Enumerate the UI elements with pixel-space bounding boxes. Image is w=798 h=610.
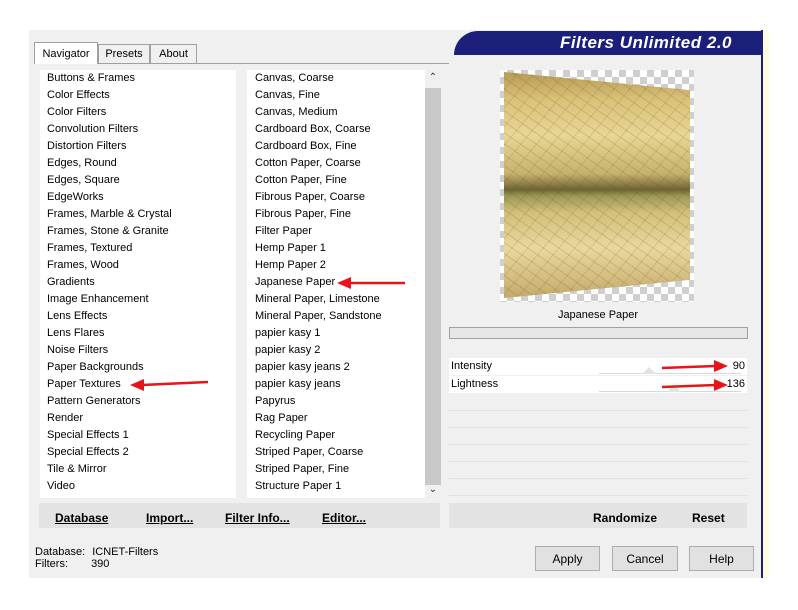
empty-control-row — [449, 479, 747, 496]
database-status-label: Database: — [35, 546, 86, 558]
filter-item[interactable]: Rag Paper — [255, 410, 308, 427]
filter-item[interactable]: Striped Paper, Fine — [255, 461, 349, 478]
empty-control-row — [449, 411, 747, 428]
category-item[interactable]: Color Filters — [47, 104, 106, 121]
category-item[interactable]: Video — [47, 478, 75, 495]
category-item[interactable]: Special Effects 2 — [47, 444, 129, 461]
category-item[interactable]: Noise Filters — [47, 342, 108, 359]
lightness-label: Lightness — [451, 378, 499, 390]
filter-item[interactable]: Japanese Paper — [255, 274, 335, 291]
filters-status-label: Filters: — [35, 558, 68, 570]
apply-button[interactable]: Apply — [535, 546, 600, 571]
filter-item[interactable]: Mineral Paper, Limestone — [255, 291, 380, 308]
category-item[interactable]: Lens Effects — [47, 308, 107, 325]
filter-item[interactable]: Fibrous Paper, Fine — [255, 206, 351, 223]
category-item[interactable]: Image Enhancement — [47, 291, 149, 308]
category-item[interactable]: Color Effects — [47, 87, 110, 104]
filter-item[interactable]: Cotton Paper, Fine — [255, 172, 347, 189]
scroll-down-icon[interactable]: ⌄ — [425, 482, 441, 498]
preview-filter-name: Japanese Paper — [449, 303, 747, 327]
filter-item[interactable]: Striped Paper, Coarse — [255, 444, 363, 461]
filter-info-button[interactable]: Filter Info... — [225, 511, 290, 525]
filter-item[interactable]: Fibrous Paper, Coarse — [255, 189, 365, 206]
category-item[interactable]: Edges, Round — [47, 155, 117, 172]
filter-item[interactable]: papier kasy 2 — [255, 342, 320, 359]
filter-item[interactable]: Canvas, Fine — [255, 87, 320, 104]
tab-about[interactable]: About — [150, 44, 197, 63]
intensity-label: Intensity — [451, 360, 492, 372]
filter-item[interactable]: Papyrus — [255, 393, 295, 410]
category-item[interactable]: EdgeWorks — [47, 189, 104, 206]
scrollbar-thumb[interactable] — [425, 88, 441, 485]
reset-button[interactable]: Reset — [692, 511, 725, 525]
paper-texture-preview — [504, 72, 690, 298]
preview-image — [500, 70, 694, 302]
category-item[interactable]: Paper Textures — [47, 376, 121, 393]
filter-item[interactable]: Mineral Paper, Sandstone — [255, 308, 382, 325]
database-status: Database: ICNET-Filters — [35, 546, 158, 558]
category-item[interactable]: Frames, Marble & Crystal — [47, 206, 172, 223]
filter-item[interactable]: Canvas, Medium — [255, 104, 338, 121]
filter-list-scrollbar[interactable]: ⌃ ⌄ — [425, 70, 441, 498]
editor-button[interactable]: Editor... — [322, 511, 366, 525]
window-edge — [761, 30, 769, 578]
filter-item[interactable]: Structure Paper 2 — [255, 495, 341, 498]
filter-item[interactable]: Hemp Paper 2 — [255, 257, 326, 274]
category-item[interactable]: Special Effects 1 — [47, 427, 129, 444]
category-item[interactable]: Pattern Generators — [47, 393, 141, 410]
category-item[interactable]: Gradients — [47, 274, 95, 291]
annotation-arrow-icon — [130, 379, 209, 391]
app-banner: Filters Unlimited 2.0 — [454, 31, 762, 55]
filters-status-value: 390 — [91, 558, 110, 570]
annotation-arrow-icon — [337, 277, 405, 289]
category-item[interactable]: Frames, Textured — [47, 240, 132, 257]
empty-control-row — [449, 394, 747, 411]
category-item[interactable]: Render — [47, 410, 83, 427]
filter-item[interactable]: Recycling Paper — [255, 427, 335, 444]
scroll-up-icon[interactable]: ⌃ — [425, 70, 441, 86]
category-item[interactable]: Frames, Wood — [47, 257, 119, 274]
category-item[interactable]: Edges, Square — [47, 172, 120, 189]
filter-item[interactable]: Cardboard Box, Fine — [255, 138, 357, 155]
empty-control-row — [449, 445, 747, 462]
filters-status: Filters: 390 — [35, 558, 109, 570]
category-item[interactable]: Tile & Mirror — [47, 461, 106, 478]
annotation-arrow-icon — [661, 360, 728, 372]
category-item[interactable]: Distortion Filters — [47, 138, 126, 155]
filter-item[interactable]: Cardboard Box, Coarse — [255, 121, 371, 138]
filter-item[interactable]: papier kasy 1 — [255, 325, 320, 342]
tab-navigator[interactable]: Navigator — [34, 42, 98, 64]
filter-item[interactable]: papier kasy jeans — [255, 376, 341, 393]
intensity-value: 90 — [732, 360, 745, 372]
category-item[interactable]: Convolution Filters — [47, 121, 138, 138]
empty-control-row — [449, 428, 747, 445]
progress-bar — [449, 327, 748, 339]
filter-item[interactable]: Cotton Paper, Coarse — [255, 155, 361, 172]
filter-item[interactable]: Hemp Paper 1 — [255, 240, 326, 257]
category-item[interactable]: Frames, Stone & Granite — [47, 223, 169, 240]
help-button[interactable]: Help — [689, 546, 754, 571]
annotation-arrow-icon — [661, 379, 728, 391]
category-item[interactable]: Lens Flares — [47, 325, 104, 342]
filter-item[interactable]: papier kasy jeans 2 — [255, 359, 350, 376]
database-status-value: ICNET-Filters — [92, 546, 159, 558]
cancel-button[interactable]: Cancel — [612, 546, 678, 571]
filter-item[interactable]: Filter Paper — [255, 223, 312, 240]
category-list[interactable]: Buttons & Frames Color Effects Color Filte… — [40, 70, 236, 498]
filter-item[interactable]: Structure Paper 1 — [255, 478, 341, 495]
category-item[interactable]: Paper Backgrounds — [47, 359, 144, 376]
import-button[interactable]: Import... — [146, 511, 193, 525]
empty-control-row — [449, 462, 747, 479]
tab-presets[interactable]: Presets — [98, 44, 150, 63]
intensity-slider-thumb[interactable] — [641, 367, 656, 374]
filter-item[interactable]: Canvas, Coarse — [255, 70, 334, 87]
database-button[interactable]: Database — [55, 511, 108, 525]
category-item[interactable]: Buttons & Frames — [47, 70, 135, 87]
randomize-button[interactable]: Randomize — [593, 511, 657, 525]
